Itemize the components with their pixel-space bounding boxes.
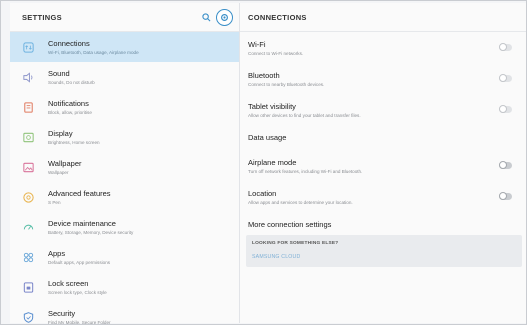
sidebar-item-sub: Default apps, App permissions <box>48 260 111 265</box>
more-connection-settings-row[interactable]: More connection settings <box>240 212 526 236</box>
row-sub: Connect to Wi-Fi networks. <box>248 50 304 56</box>
row-label: Data usage <box>248 133 287 142</box>
sidebar-item-sub: Screen lock type, Clock style <box>48 290 107 295</box>
display-icon <box>21 130 35 144</box>
sidebar-item-label: Display <box>48 129 73 138</box>
sidebar-item-sub: S Pen <box>48 200 61 205</box>
row-sub: Connect to nearby Bluetooth devices. <box>248 81 325 87</box>
apps-icon <box>21 250 35 264</box>
settings-gear-icon[interactable] <box>216 8 233 26</box>
sidebar-item-security[interactable]: Security Find My Mobile, Secure Folder <box>10 302 239 325</box>
sidebar-item-label: Apps <box>48 249 66 258</box>
sidebar-item-sub: Block, allow, prioritise <box>48 110 92 115</box>
lock-icon <box>21 280 35 294</box>
sidebar-item-sub: Wi-Fi, Bluetooth, Data usage, Airplane m… <box>48 50 139 55</box>
settings-title: SETTINGS <box>22 12 62 22</box>
sidebar-item-notifications[interactable]: Notifications Block, allow, prioritise <box>10 92 239 122</box>
sidebar-item-device-maintenance[interactable]: Device maintenance Battery, Storage, Mem… <box>10 212 239 242</box>
sidebar-item-display[interactable]: Display Brightness, Home screen <box>10 122 239 152</box>
sidebar-item-label: Advanced features <box>48 189 111 198</box>
row-label: Tablet visibility <box>248 101 296 111</box>
sidebar-item-sub: Battery, Storage, Memory, Device securit… <box>48 230 134 235</box>
wifi-toggle[interactable] <box>499 43 512 51</box>
row-label: More connection settings <box>248 219 332 229</box>
row-label: Airplane mode <box>248 157 297 167</box>
notifications-icon <box>21 100 35 114</box>
tablet-visibility-row[interactable]: Tablet visibility Allow other devices to… <box>240 94 526 125</box>
row-sub: Allow other devices to find your tablet … <box>248 112 361 118</box>
looking-for-something-else-card: LOOKING FOR SOMETHING ELSE? SAMSUNG CLOU… <box>246 235 522 267</box>
sidebar-item-apps[interactable]: Apps Default apps, App permissions <box>10 242 239 272</box>
row-label: Location <box>248 188 277 198</box>
connections-icon <box>21 40 35 54</box>
location-row[interactable]: Location Allow apps and services to dete… <box>240 181 526 212</box>
row-label: Wi-Fi <box>248 39 266 49</box>
bluetooth-row[interactable]: Bluetooth Connect to nearby Bluetooth de… <box>240 63 526 94</box>
sidebar-item-label: Security <box>48 309 76 318</box>
sidebar-item-sub: Wallpaper <box>48 170 69 175</box>
connections-header: CONNECTIONS <box>240 3 526 32</box>
wallpaper-icon <box>21 160 35 174</box>
airplane-mode-row[interactable]: Airplane mode Turn off network features,… <box>240 150 526 181</box>
sidebar-item-advanced-features[interactable]: Advanced features S Pen <box>10 182 239 212</box>
search-icon[interactable] <box>199 10 213 24</box>
wifi-row[interactable]: Wi-Fi Connect to Wi-Fi networks. <box>240 32 526 63</box>
sidebar-item-connections[interactable]: Connections Wi-Fi, Bluetooth, Data usage… <box>10 32 239 62</box>
row-sub: Turn off network features, including Wi-… <box>248 168 363 174</box>
row-label: Bluetooth <box>248 70 280 80</box>
tablet-visibility-toggle[interactable] <box>499 105 512 113</box>
connections-title: CONNECTIONS <box>248 12 307 22</box>
sidebar-item-label: Device maintenance <box>48 219 116 228</box>
sidebar-item-sub: Sounds, Do not disturb <box>48 80 95 85</box>
settings-header: SETTINGS <box>10 3 239 32</box>
sidebar-item-label: Lock screen <box>48 279 89 288</box>
samsung-cloud-link[interactable]: SAMSUNG CLOUD <box>252 254 300 260</box>
settings-window: SETTINGS Connections Wi-Fi, Bluetooth, D… <box>0 0 527 325</box>
connections-panel: CONNECTIONS Wi-Fi Connect to Wi-Fi netwo… <box>240 3 526 323</box>
location-toggle[interactable] <box>499 192 512 200</box>
settings-sidebar: SETTINGS Connections Wi-Fi, Bluetooth, D… <box>10 3 240 325</box>
sidebar-item-label: Wallpaper <box>48 159 82 168</box>
advanced-features-icon <box>21 190 35 204</box>
device-maintenance-icon <box>21 220 35 234</box>
shield-icon <box>21 310 35 324</box>
data-usage-row[interactable]: Data usage <box>240 125 526 150</box>
sidebar-item-sub: Brightness, Home screen <box>48 140 100 145</box>
speaker-icon <box>21 70 35 84</box>
sidebar-item-sound[interactable]: Sound Sounds, Do not disturb <box>10 62 239 92</box>
bluetooth-toggle[interactable] <box>499 74 512 82</box>
airplane-mode-toggle[interactable] <box>499 161 512 169</box>
sidebar-item-lock-screen[interactable]: Lock screen Screen lock type, Clock styl… <box>10 272 239 302</box>
looking-title: LOOKING FOR SOMETHING ELSE? <box>252 241 339 246</box>
row-sub: Allow apps and services to determine you… <box>248 199 353 205</box>
sidebar-item-wallpaper[interactable]: Wallpaper Wallpaper <box>10 152 239 182</box>
sidebar-item-label: Sound <box>48 69 70 78</box>
sidebar-item-label: Connections <box>48 39 90 48</box>
sidebar-item-sub: Find My Mobile, Secure Folder <box>48 320 111 325</box>
sidebar-item-label: Notifications <box>48 99 89 108</box>
